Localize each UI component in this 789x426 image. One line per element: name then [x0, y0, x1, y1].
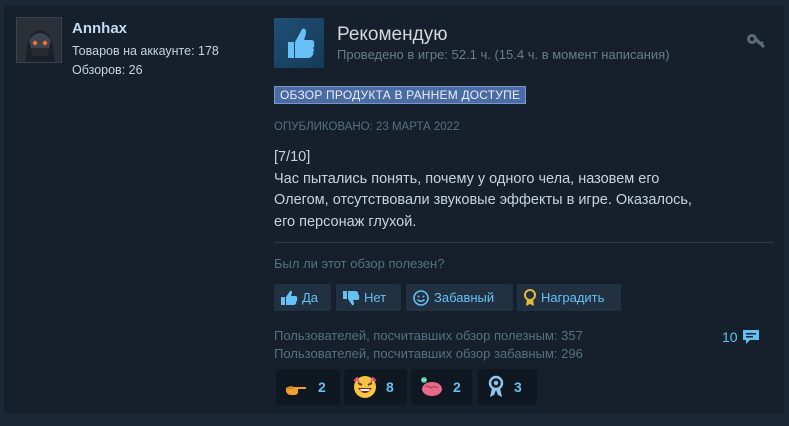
- reviews-count[interactable]: Обзоров: 26: [72, 63, 143, 77]
- vote-no-button[interactable]: Нет: [336, 284, 401, 311]
- award-count: 3: [514, 379, 522, 395]
- playtime: Проведено в игре: 52.1 ч. (15.4 ч. в мом…: [337, 47, 670, 62]
- pointing-hand-icon: [286, 386, 307, 395]
- laughing-face-icon: [353, 376, 377, 398]
- award-count: 2: [318, 379, 326, 395]
- vote-yes-label: Да: [302, 290, 319, 305]
- posted-date: ОПУБЛИКОВАНО: 23 МАРТА 2022: [274, 121, 460, 133]
- page-bottom-strip: [4, 414, 784, 426]
- comments-count: 10: [722, 329, 738, 345]
- helpful-count: Пользователей, посчитавших обзор полезны…: [274, 328, 583, 343]
- thumbs-down-icon: [343, 290, 360, 305]
- vote-funny-label: Забавный: [434, 290, 495, 305]
- award-mind-blown[interactable]: 2: [411, 369, 472, 405]
- review-line: [7/10]: [274, 149, 311, 165]
- review-line: Час пытались понять, почему у одного чел…: [274, 170, 660, 187]
- author-name[interactable]: Annhax: [72, 20, 127, 37]
- award-label: Наградить: [541, 290, 605, 305]
- ribbon-icon: [488, 375, 504, 397]
- avatar[interactable]: [16, 17, 62, 63]
- award-pointing-hand[interactable]: 2: [276, 369, 340, 405]
- thumbs-up-icon: [274, 18, 324, 68]
- award-count: 2: [453, 379, 461, 395]
- divider: [274, 242, 774, 243]
- comment-bubble-icon: [742, 330, 759, 344]
- smiley-icon: [413, 289, 429, 306]
- comments-link[interactable]: 10: [722, 328, 761, 346]
- early-access-badge: ОБЗОР ПРОДУКТА В РАННЕМ ДОСТУПЕ: [274, 86, 527, 104]
- award-icon: [524, 288, 536, 306]
- review-line: Олегом, отсутствовали звуковые эффекты в…: [274, 192, 692, 208]
- vote-no-label: Нет: [364, 290, 387, 305]
- award-button[interactable]: Наградить: [517, 284, 621, 311]
- award-count: 8: [386, 379, 394, 395]
- review-verdict[interactable]: Рекомендую: [337, 24, 447, 46]
- review-body: [7/10] Час пытались понять, почему у одн…: [274, 147, 774, 233]
- review-line: его персонаж глухой.: [274, 213, 417, 230]
- award-ribbon[interactable]: 3: [478, 369, 537, 405]
- vote-yes-button[interactable]: Да: [274, 284, 331, 311]
- helpful-question: Был ли этот обзор полезен?: [274, 256, 445, 271]
- award-laughing[interactable]: 8: [344, 369, 407, 405]
- key-icon: [745, 32, 767, 57]
- funny-count: Пользователей, посчитавших обзор забавны…: [274, 346, 583, 361]
- thumbs-up-icon: [281, 290, 298, 305]
- mind-blown-icon: [421, 377, 442, 396]
- products-count[interactable]: Товаров на аккаунте: 178: [72, 44, 219, 58]
- vote-funny-button[interactable]: Забавный: [406, 284, 513, 311]
